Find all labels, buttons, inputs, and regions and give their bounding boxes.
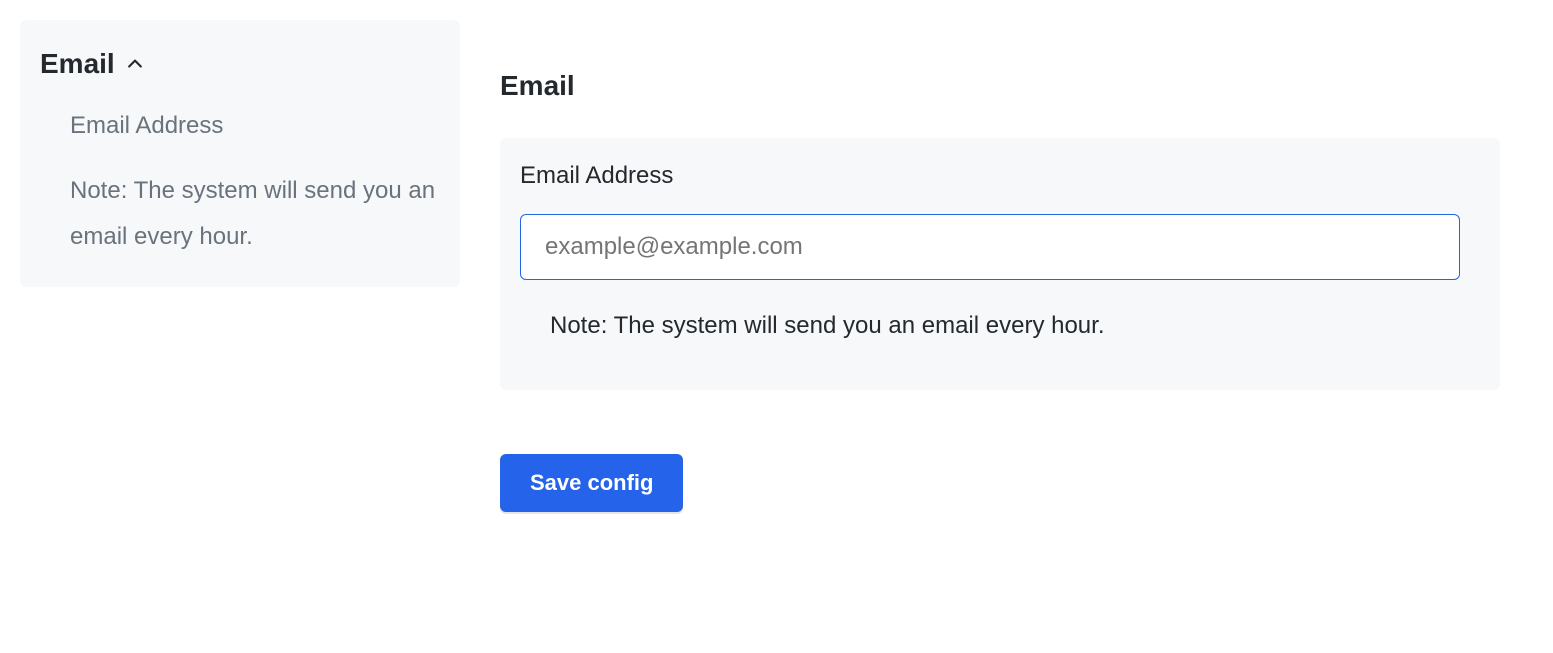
main-content: Email Email Address Note: The system wil… <box>500 20 1500 512</box>
sidebar-item-email-address[interactable]: Email Address <box>70 108 440 144</box>
sidebar-item-label: Email Address <box>70 112 223 139</box>
email-field-label: Email Address <box>520 162 1480 190</box>
email-card: Email Address Note: The system will send… <box>500 138 1500 390</box>
page-layout: Email Email Address Note: The system wil… <box>20 20 1533 512</box>
email-note: Note: The system will send you an email … <box>520 312 1480 340</box>
section-title: Email <box>500 70 1500 102</box>
sidebar: Email Email Address Note: The system wil… <box>20 20 460 287</box>
sidebar-group-toggle[interactable]: Email <box>40 48 440 80</box>
sidebar-note-text: Note: The system will send you an email … <box>70 177 435 250</box>
sidebar-item-note[interactable]: Note: The system will send you an email … <box>70 168 440 259</box>
sidebar-items: Email Address Note: The system will send… <box>40 108 440 259</box>
save-config-button[interactable]: Save config <box>500 454 683 512</box>
sidebar-group-title: Email <box>40 48 115 80</box>
chevron-up-icon <box>125 54 145 74</box>
email-input[interactable] <box>520 214 1460 280</box>
